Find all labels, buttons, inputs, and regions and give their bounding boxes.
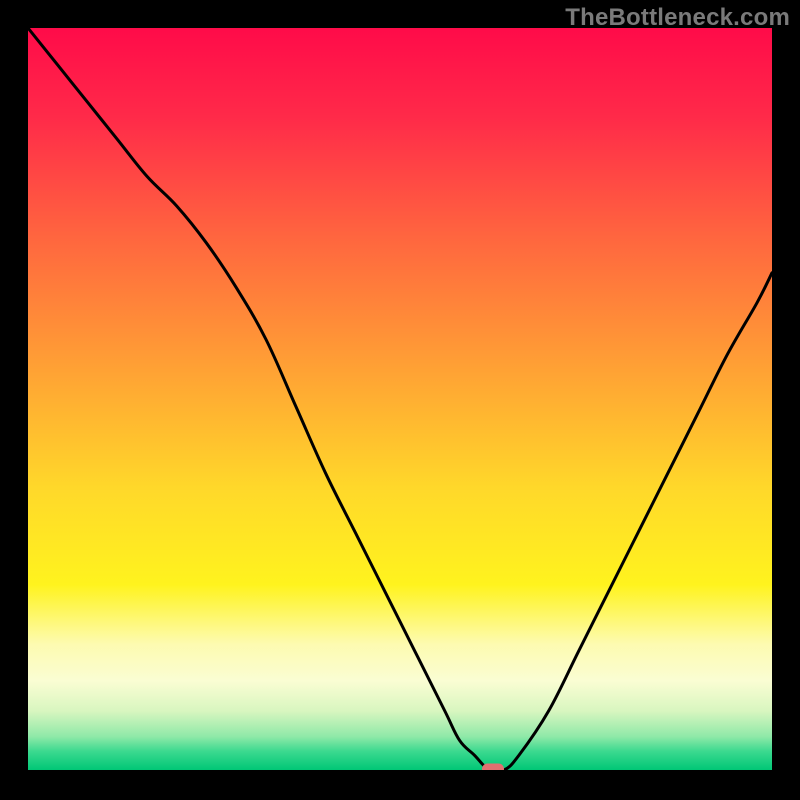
watermark-text: TheBottleneck.com bbox=[565, 4, 790, 32]
optimum-marker bbox=[482, 764, 504, 771]
chart-frame: TheBottleneck.com bbox=[0, 0, 800, 800]
bottleneck-chart-svg bbox=[28, 28, 772, 770]
plot-area bbox=[28, 28, 772, 770]
gradient-background bbox=[28, 28, 772, 770]
